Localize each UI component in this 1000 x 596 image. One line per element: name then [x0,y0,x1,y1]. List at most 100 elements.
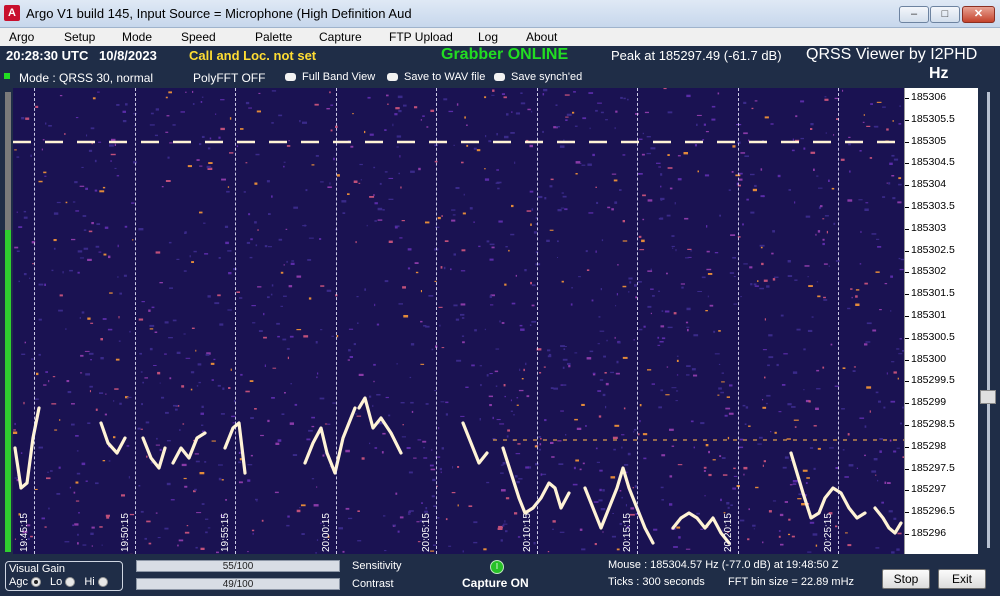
title-bar: A Argo V1 build 145, Input Source = Micr… [0,0,1000,28]
maximize-button[interactable]: □ [930,6,960,23]
frequency-label: 185302.5 [911,243,955,256]
spectrogram-canvas[interactable] [13,88,904,554]
audio-level-meter [5,92,11,552]
frequency-label: 185304.5 [911,156,955,169]
time-gridline [737,88,739,554]
close-button[interactable]: ✕ [962,6,995,23]
status-header: 20:28:30 UTC 10/8/2023 Call and Loc. not… [0,46,1000,88]
time-label: 20:05:15 [421,513,432,552]
frequency-label: 185301 [911,309,947,321]
window-title: Argo V1 build 145, Input Source = Microp… [26,6,412,21]
argo-app-icon[interactable]: A [4,5,20,21]
menu-speed[interactable]: Speed [181,28,216,46]
sensitivity-slider[interactable]: 55/100 [136,560,340,572]
menu-mode[interactable]: Mode [122,28,152,46]
spectrogram-display[interactable]: 19:45:15 19:50:15 19:55:15 20:00:15 20:05:15… [13,88,904,554]
gain-options: Agc Lo Hi [9,576,108,588]
menu-log[interactable]: Log [478,28,498,46]
zoom-slider[interactable] [978,88,1000,554]
menu-setup[interactable]: Setup [64,28,95,46]
unit-label: Hz [929,65,949,82]
time-label: 20:00:15 [320,513,332,552]
contrast-slider[interactable]: 49/100 [136,578,340,590]
menu-bar: Argo Setup Mode Speed Palette Capture FT… [0,28,1000,47]
menu-ftp-upload[interactable]: FTP Upload [389,28,453,46]
audio-level-fill [5,230,11,552]
frequency-label: 185301.5 [911,287,955,300]
time-gridline [536,88,538,554]
minimize-button[interactable]: – [899,6,929,23]
frequency-label: 185298.5 [911,418,955,430]
frequency-tick [905,512,909,514]
frequency-tick [905,119,909,121]
hi-label: Hi [84,576,95,588]
ticks-readout: Ticks : 300 seconds [608,576,705,588]
bottom-panel: Visual Gain Agc Lo Hi 55/100 Sensitivity… [0,554,1000,596]
save-wav-checkbox[interactable]: Save to WAV file [387,71,485,83]
grabber-status: Grabber ONLINE [441,46,569,63]
frequency-tick [905,468,909,470]
time-label: 20:15:15 [622,513,633,552]
frequency-tick [905,534,909,535]
time-gridline [235,88,236,554]
time-label: 20:25:15 [823,513,834,552]
frequency-label: 185297 [911,483,947,496]
frequency-label: 185305 [911,134,947,147]
lo-label: Lo [50,576,63,588]
frequency-label: 185299 [911,396,947,409]
checkbox-icon[interactable] [387,73,398,82]
menu-argo[interactable]: Argo [9,28,34,46]
slider-thumb[interactable] [980,390,996,404]
frequency-label: 185306 [911,91,947,103]
full-band-view-checkbox[interactable]: Full Band View [285,71,375,83]
callsign-status: Call and Loc. not set [189,48,317,63]
time-label: 19:50:15 [119,513,131,552]
mouse-readout: Mouse : 185304.57 Hz (-77.0 dB) at 19:48… [608,559,839,571]
frequency-tick [905,403,909,405]
frequency-tick [905,185,909,187]
frequency-tick [905,359,909,361]
frequency-scale: 185306 185305.5 185305 185304.5 185304 185303… [904,88,979,554]
save-synched-checkbox[interactable]: Save synch'ed [494,71,582,83]
visual-gain-label: Visual Gain [9,563,66,575]
capture-status: Capture ON [462,576,529,590]
frequency-tick [905,316,909,317]
polyfft-label[interactable]: PolyFFT OFF [193,71,265,85]
visual-gain-group: Visual Gain Agc Lo Hi [5,561,123,591]
sensitivity-label: Sensitivity [352,560,402,572]
frequency-tick [905,207,909,208]
checkbox-icon[interactable] [285,73,296,82]
frequency-label: 185298 [911,439,947,452]
frequency-tick [905,337,909,339]
time-gridline [838,88,839,554]
frequency-tick [905,272,909,274]
minimize-icon: – [910,8,918,20]
status-led-icon [4,73,10,79]
lo-radio[interactable] [65,577,76,588]
agc-radio[interactable] [30,577,41,588]
utc-time: 20:28:30 UTC [6,48,89,63]
time-gridline [637,88,638,554]
stop-button[interactable]: Stop [882,569,930,589]
fft-bin-readout: FFT bin size = 22.89 mHz [728,576,855,588]
time-gridline [436,88,437,554]
frequency-tick [905,250,909,252]
menu-about[interactable]: About [526,28,557,46]
menu-capture[interactable]: Capture [319,28,362,46]
frequency-tick [905,446,909,448]
frequency-tick [905,490,909,492]
hi-radio[interactable] [97,577,108,588]
exit-button[interactable]: Exit [938,569,986,589]
frequency-label: 185304 [911,178,947,191]
frequency-tick [905,228,909,230]
time-gridline [335,88,337,554]
menu-palette[interactable]: Palette [255,28,292,46]
time-label: 19:45:15 [19,513,30,552]
frequency-label: 185299.5 [911,374,955,387]
time-label: 19:55:15 [220,513,231,552]
time-label: 20:20:15 [722,513,734,552]
mode-label: Mode : QRSS 30, normal [19,71,154,85]
agc-label: Agc [9,576,28,588]
checkbox-icon[interactable] [494,73,505,82]
peak-readout: Peak at 185297.49 (-61.7 dB) [611,48,782,63]
